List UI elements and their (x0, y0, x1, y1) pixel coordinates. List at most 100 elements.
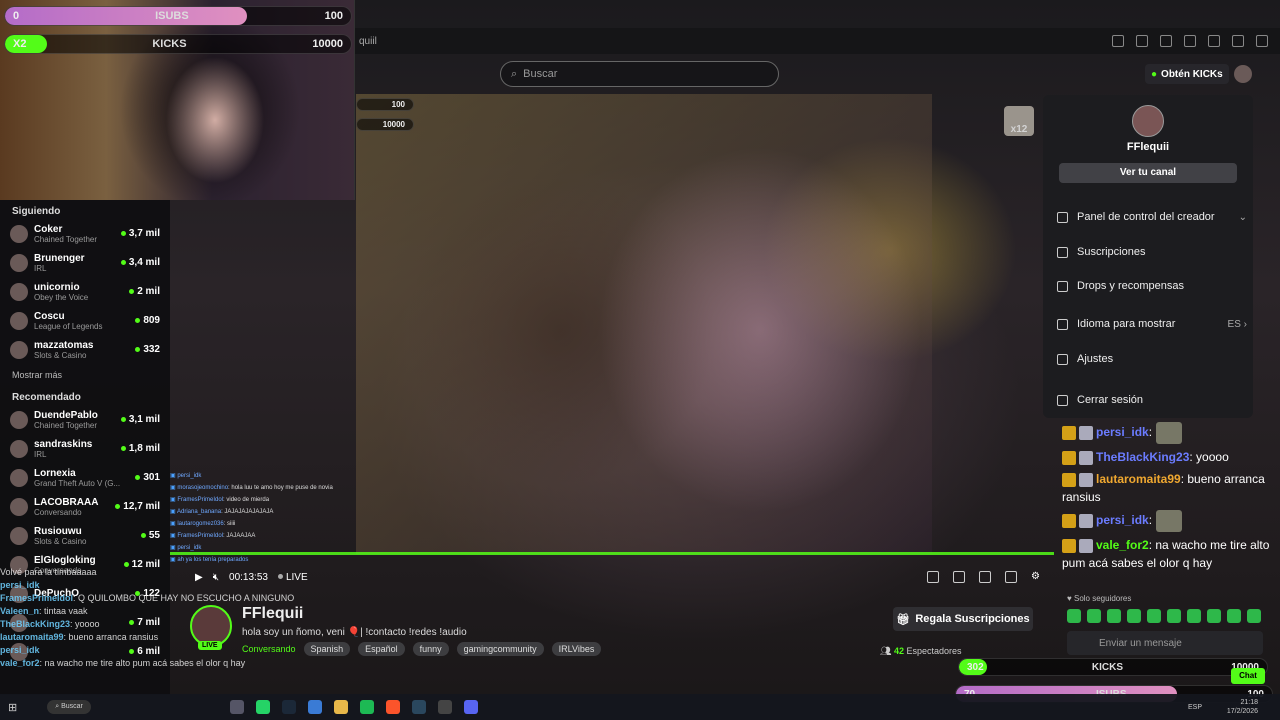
chat-input[interactable]: Enviar un mensaje (1067, 631, 1263, 655)
chat-username[interactable]: lautaromaita99 (1096, 472, 1181, 486)
following-title: Siguiendo (12, 206, 61, 217)
emote-icon[interactable] (1147, 609, 1161, 623)
menu-icon[interactable] (1256, 35, 1268, 47)
channel-viewers: 3,7 mil (120, 228, 160, 239)
stream-tag[interactable]: IRLVibes (551, 642, 602, 656)
kicks-goal-value: 10000 (312, 38, 343, 50)
chat-send-button[interactable]: Chat (1231, 668, 1265, 684)
chat-username[interactable]: persi_idk (1096, 425, 1149, 439)
wallet-icon[interactable] (1232, 35, 1244, 47)
stream-tag[interactable]: Español (358, 642, 405, 656)
chat-emote-image (1156, 510, 1183, 532)
menu-item-logout[interactable]: Cerrar sesión (1057, 390, 1247, 410)
theater-mode-icon[interactable] (979, 571, 992, 583)
show-more-link[interactable]: Mostrar más (0, 364, 170, 386)
streamer-name[interactable]: FFlequii (242, 605, 303, 623)
channel-row[interactable]: LACOBRAAA Conversando 12,7 mil (0, 492, 170, 521)
stream-category[interactable]: Conversando (242, 644, 296, 654)
emote-icon[interactable] (1087, 609, 1101, 623)
stream-tag[interactable]: funny (412, 642, 449, 656)
live-dot-icon (120, 445, 126, 451)
video-progress-bar[interactable] (170, 552, 1054, 555)
mini-subs-value: 100 (391, 100, 405, 109)
taskbar-clock[interactable]: 21:18 17/2/2026 (1227, 698, 1258, 716)
fullscreen-icon[interactable] (1005, 571, 1018, 583)
spotify-icon[interactable] (360, 700, 374, 714)
emote-icon[interactable] (1127, 609, 1141, 623)
emote-icon[interactable] (1227, 609, 1241, 623)
cat-badge-icon (1079, 514, 1093, 528)
brave-shield-icon[interactable] (1136, 35, 1148, 47)
overlay-chat-line: ▣ ah ya los tenía preparados (170, 554, 360, 566)
sidebar-icon[interactable] (1208, 35, 1220, 47)
language-indicator[interactable]: ESP (1188, 704, 1202, 711)
taskview-icon[interactable] (230, 700, 244, 714)
clip-icon[interactable] (953, 571, 966, 583)
brave-icon[interactable] (386, 700, 400, 714)
channel-row[interactable]: Brunenger IRL 3,4 mil (0, 248, 170, 277)
overlay-chat-line: ▣ FramesPrimeIdol: video de mierda (170, 494, 360, 506)
warning-icon[interactable] (1160, 35, 1172, 47)
stream-tag[interactable]: Spanish (303, 642, 351, 656)
chat-emote-image (1156, 422, 1183, 444)
taskbar-search[interactable]: ⌕ Buscar (47, 700, 91, 714)
emote-icon[interactable] (1247, 609, 1261, 623)
address-bar[interactable]: quiil (359, 36, 377, 47)
channel-row[interactable]: unicornio Obey the Voice 2 mil (0, 277, 170, 306)
search-input[interactable]: ⌕ Buscar (500, 61, 779, 87)
stream-tag[interactable]: gamingcommunity (456, 642, 544, 656)
menu-item-creator-dashboard[interactable]: Panel de control del creador ⌄ (1057, 207, 1247, 227)
obs-icon[interactable] (438, 700, 452, 714)
chat-message: lautaromaita99: bueno arranca ransius (1062, 470, 1280, 506)
gift-subs-label: Regala Suscripciones (915, 613, 1030, 625)
menu-item-drops-rewards[interactable]: Drops y recompensas (1057, 276, 1247, 296)
viewers-icon: 👥︎ (880, 646, 894, 656)
whatsapp-icon[interactable] (256, 700, 270, 714)
emote-icon[interactable] (1187, 609, 1201, 623)
gift-subs-button[interactable]: 🎁︎ Regala Suscripciones (893, 607, 1033, 631)
channel-meta: DuendePablo Chained Together (34, 410, 121, 430)
user-avatar[interactable] (1234, 65, 1252, 83)
channel-row[interactable]: Coker Chained Together 3,7 mil (0, 219, 170, 248)
emote-icon[interactable] (1067, 609, 1081, 623)
channel-avatar (10, 468, 28, 487)
share-icon[interactable] (1112, 35, 1124, 47)
channel-avatar (10, 526, 28, 545)
steam-icon[interactable] (282, 700, 296, 714)
windows-start-icon[interactable]: ⊞ (8, 701, 17, 714)
chat-username[interactable]: TheBlackKing23 (1096, 450, 1189, 464)
menu-item-extra: ⌄ (1238, 211, 1247, 223)
steam-app-icon[interactable] (412, 700, 426, 714)
channel-row[interactable]: mazzatomas Slots & Casino 332 (0, 335, 170, 364)
chat-username[interactable]: persi_idk (1096, 513, 1149, 527)
menu-item-subscriptions[interactable]: Suscripciones (1057, 242, 1247, 262)
get-kicks-button[interactable]: ● Obtén KICKs (1145, 64, 1229, 84)
channel-row[interactable]: DuendePablo Chained Together 3,1 mil (0, 405, 170, 434)
overlay-chat-line: ▣ lautarogomez036: siiii (170, 518, 360, 530)
emote-icon[interactable] (1107, 609, 1121, 623)
channel-row[interactable]: Rusiouwu Slots & Casino 55 (0, 521, 170, 550)
file-explorer-icon[interactable] (334, 700, 348, 714)
kicks-goal-bar: X2 KICKS 10000 (4, 34, 352, 54)
bottom-kicks-bar: 302 KICKS 10000 (958, 658, 1268, 676)
channel-row[interactable]: Coscu League of Legends 809 (0, 306, 170, 335)
settings-gear-icon[interactable]: ⚙ (1031, 571, 1040, 583)
menu-item-settings[interactable]: Ajustes (1057, 349, 1247, 369)
mini-kicks-value: 10000 (382, 120, 405, 129)
copilot-icon[interactable] (308, 700, 322, 714)
emote-icon[interactable] (1167, 609, 1181, 623)
mini-player-icon[interactable] (927, 571, 940, 583)
live-badge: LIVE (198, 641, 222, 650)
channel-row[interactable]: Lornexia Grand Theft Auto V (G... 301 (0, 463, 170, 492)
discord-icon[interactable] (464, 700, 478, 714)
channel-row[interactable]: sandraskins IRL 1,8 mil (0, 434, 170, 463)
emote-icon[interactable] (1207, 609, 1221, 623)
mute-icon[interactable]: 🔇︎ (213, 572, 219, 583)
subs-goal-bar: 0 ISUBS 100 (4, 6, 352, 26)
view-channel-button[interactable]: Ver tu canal (1059, 163, 1237, 183)
menu-item-display-language[interactable]: Idioma para mostrar ES › (1057, 314, 1247, 334)
chat-username[interactable]: vale_for2 (1096, 538, 1149, 552)
extensions-icon[interactable] (1184, 35, 1196, 47)
video-player[interactable] (356, 94, 932, 554)
play-icon[interactable]: ▶ (195, 572, 203, 583)
